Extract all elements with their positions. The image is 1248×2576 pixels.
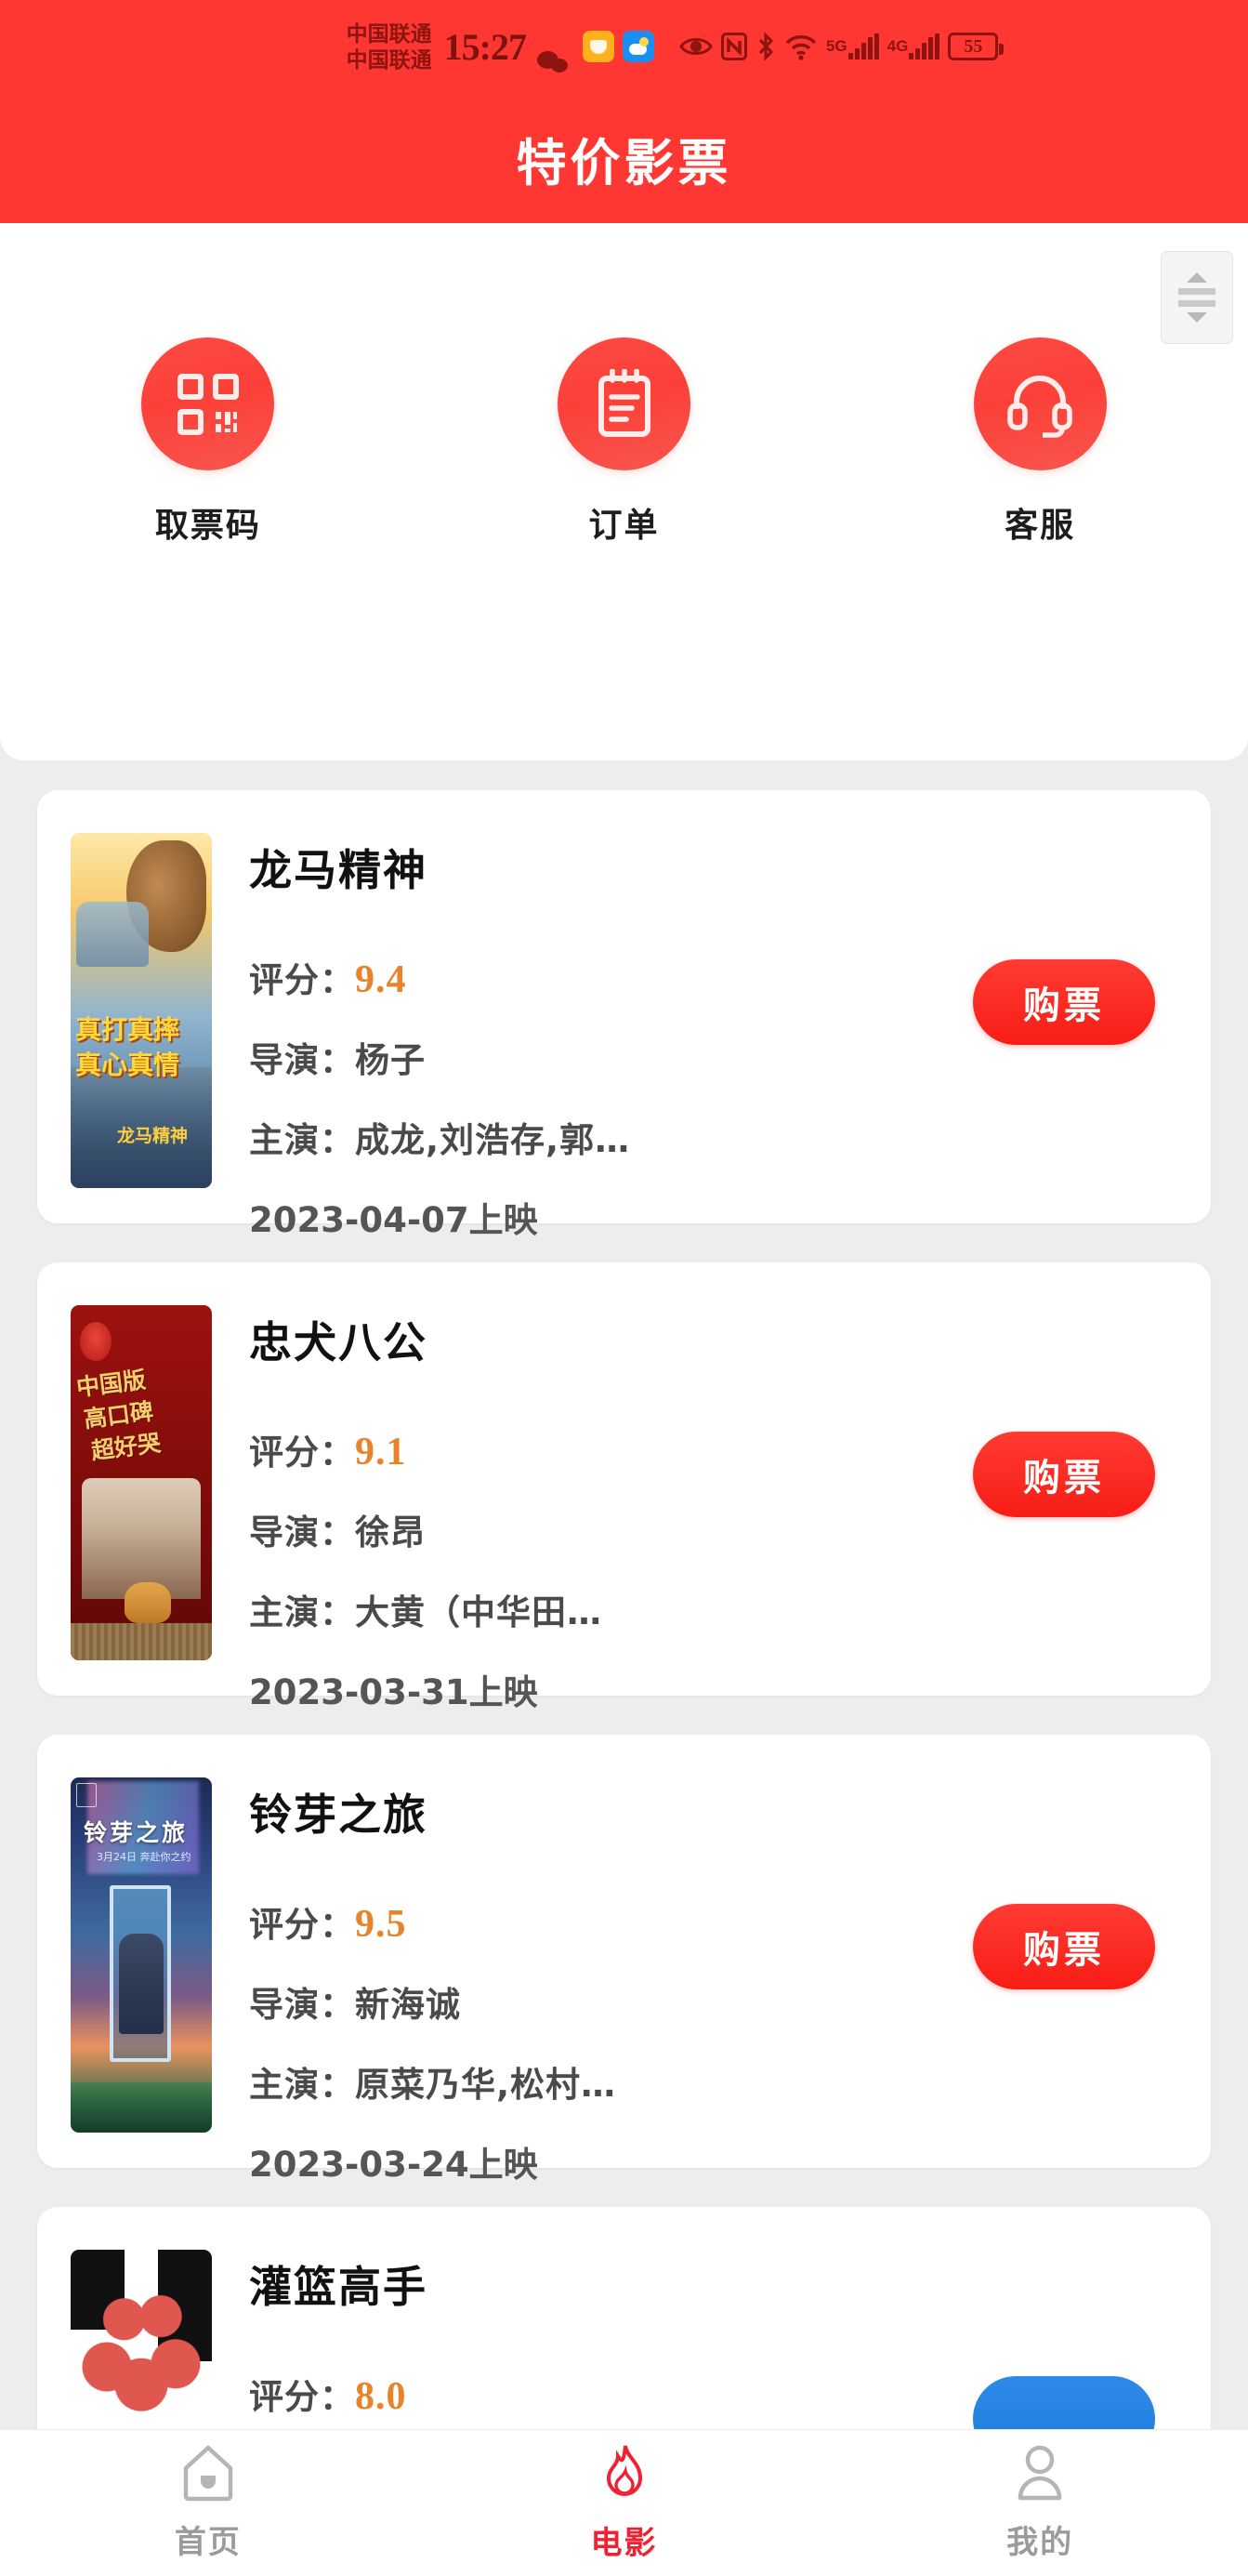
movie-poster[interactable]: 铃芽之旅 3月24日 奔赴你之约 xyxy=(71,1777,212,2133)
director-label: 导演： xyxy=(249,1985,355,2025)
movie-release-date: 2023-03-31上映 xyxy=(249,1672,538,1712)
poster-text-1: 真打真摔 xyxy=(75,1014,180,1045)
cast-value: 原菜乃华,松村… xyxy=(355,2065,617,2105)
clipboard-icon xyxy=(558,337,690,470)
bluetooth-icon xyxy=(755,32,776,61)
movie-poster[interactable]: 中国版 高口碑 超好哭 xyxy=(71,1305,212,1660)
quick-action-support[interactable]: 客服 xyxy=(832,337,1248,547)
app-screen: 中国联通 中国联通 15:27 5G 4G 55 特价影票 取票码 订单 客服 … xyxy=(0,0,1248,2576)
buy-ticket-button[interactable]: 购票 xyxy=(973,1432,1155,1517)
quick-action-label: 订单 xyxy=(588,507,660,545)
nav-label: 电影 xyxy=(590,2525,658,2562)
buy-ticket-button[interactable] xyxy=(973,2376,1155,2429)
nfc-icon xyxy=(720,33,747,60)
qrcode-icon xyxy=(141,337,275,470)
poster-subtitle: 3月24日 奔赴你之约 xyxy=(97,1851,191,1863)
poster-text-1: 中国版 xyxy=(74,1366,148,1402)
rating-label: 评分： xyxy=(249,2377,355,2417)
director-label: 导演： xyxy=(249,1513,355,1552)
wifi-icon xyxy=(784,33,818,60)
top-panel: 取票码 订单 客服 xyxy=(0,223,1248,953)
signal-5g-label: 5G xyxy=(825,37,847,55)
cast-value: 成龙,刘浩存,郭… xyxy=(355,1120,631,1160)
movie-poster[interactable]: 真打真摔 真心真情 龙马精神 xyxy=(71,833,212,1188)
movie-title: 铃芽之旅 xyxy=(249,1790,427,1840)
rating-label: 评分： xyxy=(249,1905,355,1945)
poster-text-2: 高口碑 xyxy=(82,1397,155,1433)
scroll-sort-icon[interactable] xyxy=(1161,251,1233,344)
rating-label: 评分： xyxy=(249,1433,355,1473)
movie-cast-row: 主演：大黄（中华田… xyxy=(249,1584,1211,1634)
director-value: 徐昂 xyxy=(355,1513,426,1552)
movie-release-date: 2023-03-24上映 xyxy=(249,2145,538,2185)
cast-value: 大黄（中华田… xyxy=(355,1592,602,1632)
weather-app-icon xyxy=(622,31,654,62)
line-2 xyxy=(1178,300,1215,307)
rating-value: 9.4 xyxy=(355,958,407,1001)
quick-actions-row: 取票码 订单 客服 xyxy=(0,337,1248,547)
director-label: 导演： xyxy=(249,1040,355,1080)
status-time: 15:27 xyxy=(443,25,527,68)
flame-icon xyxy=(599,2443,650,2503)
line-1 xyxy=(1178,288,1215,295)
movie-card[interactable]: 铃芽之旅 3月24日 奔赴你之约 铃芽之旅 评分：9.5 导演：新海诚 主演：原… xyxy=(37,1735,1211,2185)
quick-action-label: 取票码 xyxy=(154,507,261,545)
signal-5g-icon: 5G xyxy=(826,33,879,59)
cast-label: 主演： xyxy=(249,1592,355,1632)
movie-title: 龙马精神 xyxy=(249,845,427,895)
battery-icon: 55 xyxy=(948,33,1005,60)
carrier-label-2: 中国联通 xyxy=(346,47,432,72)
director-value: 杨子 xyxy=(355,1040,426,1080)
movie-card[interactable]: 真打真摔 真心真情 龙马精神 龙马精神 评分：9.4 导演：杨子 主演：成龙,刘… xyxy=(37,790,1211,1240)
poster-text-2: 真心真情 xyxy=(75,1050,180,1080)
person-icon xyxy=(1014,2444,1066,2502)
home-icon xyxy=(181,2444,235,2502)
movie-list[interactable]: 真打真摔 真心真情 龙马精神 龙马精神 评分：9.4 导演：杨子 主演：成龙,刘… xyxy=(0,760,1248,2429)
movie-title: 灌篮高手 xyxy=(249,2262,427,2312)
page-title: 特价影票 xyxy=(516,133,732,192)
poster-logo: 龙马精神 xyxy=(117,1126,189,1146)
nav-item-movies[interactable]: 电影 xyxy=(416,2443,833,2563)
movie-title: 忠犬八公 xyxy=(249,1317,427,1367)
rating-label: 评分： xyxy=(249,960,355,1000)
app-header: 特价影票 xyxy=(0,93,1248,223)
movie-card[interactable]: 灌篮高手 评分：8.0 xyxy=(37,2207,1211,2429)
carrier-label-1: 中国联通 xyxy=(346,20,432,46)
quick-action-ticket-code[interactable]: 取票码 xyxy=(0,337,416,547)
movie-cast-row: 主演：成龙,刘浩存,郭… xyxy=(249,1112,1211,1162)
movie-cast-row: 主演：原菜乃华,松村… xyxy=(249,2056,1211,2107)
cast-label: 主演： xyxy=(249,1120,355,1160)
director-value: 新海诚 xyxy=(355,1985,461,2025)
carrier-labels: 中国联通 中国联通 xyxy=(347,20,432,73)
rating-value: 9.1 xyxy=(355,1431,407,1473)
signal-4g-label: 4G xyxy=(887,37,909,55)
poster-text-3: 超好哭 xyxy=(89,1429,163,1465)
movie-poster[interactable] xyxy=(71,2250,212,2429)
status-bar: 中国联通 中国联通 15:27 5G 4G 55 xyxy=(0,0,1248,93)
movie-card[interactable]: 中国版 高口碑 超好哭 忠犬八公 评分：9.1 导演：徐昂 主演：大黄（中华田…… xyxy=(37,1262,1211,1712)
quick-action-label: 客服 xyxy=(1005,507,1076,545)
bottom-navigation: 首页 电影 我的 xyxy=(0,2429,1248,2576)
nav-label: 首页 xyxy=(174,2524,242,2561)
movie-release-date: 2023-04-07上映 xyxy=(249,1200,538,1240)
battery-level: 55 xyxy=(964,36,983,57)
nav-label: 我的 xyxy=(1006,2524,1074,2561)
buy-ticket-button[interactable]: 购票 xyxy=(973,959,1155,1045)
headset-icon xyxy=(973,337,1107,470)
signal-4g-icon: 4G xyxy=(887,33,940,59)
poster-title: 铃芽之旅 xyxy=(84,1819,189,1846)
nav-item-profile[interactable]: 我的 xyxy=(832,2444,1248,2562)
rating-value: 9.5 xyxy=(355,1903,407,1946)
quick-action-orders[interactable]: 订单 xyxy=(416,337,833,547)
eye-comfort-icon xyxy=(679,33,713,59)
cast-label: 主演： xyxy=(249,2065,355,2105)
arrow-up-icon xyxy=(1187,272,1207,283)
buy-ticket-button[interactable]: 购票 xyxy=(973,1904,1155,1989)
teapot-app-icon xyxy=(582,31,614,62)
rating-value: 8.0 xyxy=(355,2375,407,2418)
nav-item-home[interactable]: 首页 xyxy=(0,2444,416,2562)
arrow-down-icon xyxy=(1187,312,1207,323)
